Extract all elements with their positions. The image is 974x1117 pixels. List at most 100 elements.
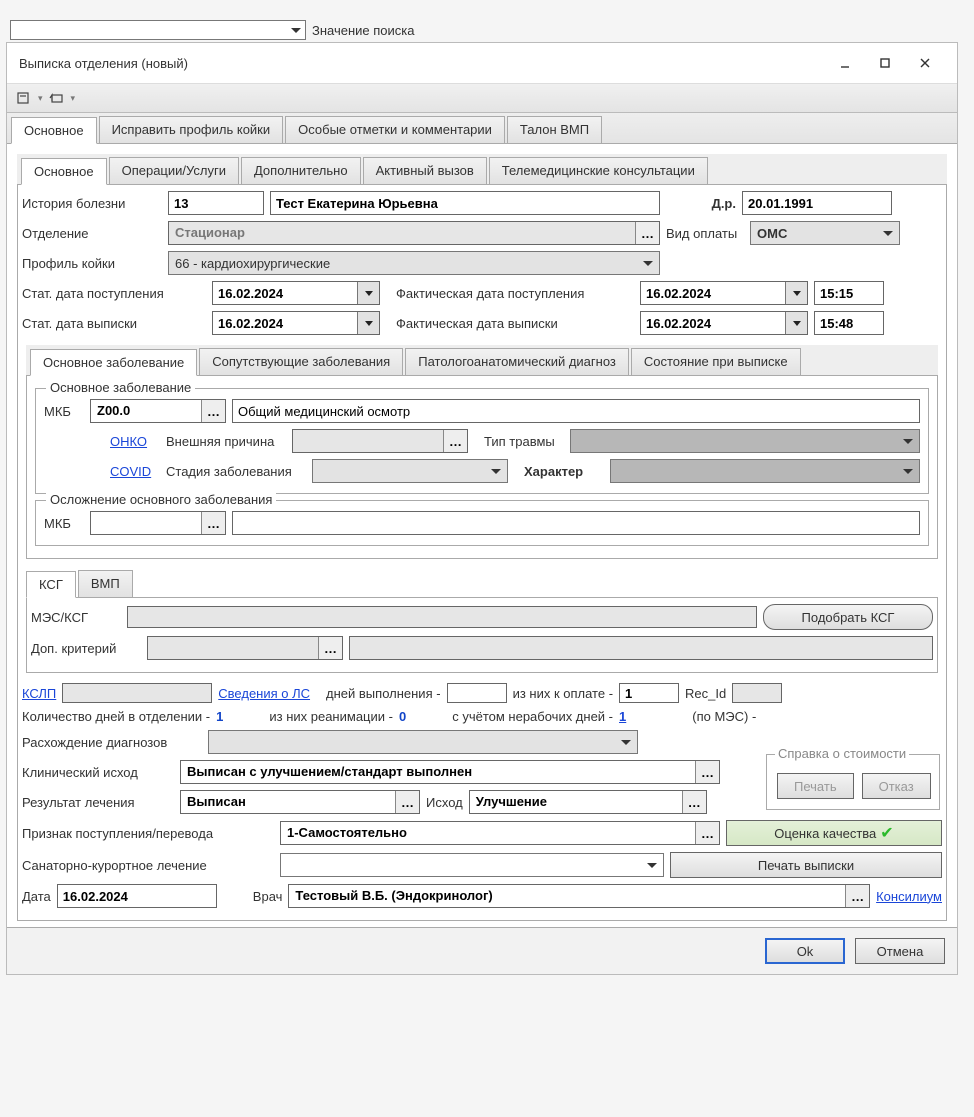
complication-mkb-label: МКБ [44,516,84,531]
chevron-down-icon [883,231,893,236]
stat-admit-date-label: Стат. дата поступления [22,286,206,301]
days-pay-input[interactable]: 1 [619,683,679,703]
diagtab-main[interactable]: Основное заболевание [30,349,197,376]
main-tabs: Основное Исправить профиль койки Особые … [7,113,957,144]
diagtab-discharge-state[interactable]: Состояние при выписке [631,348,801,375]
search-value-label: Значение поиска [312,23,415,38]
treatment-result-lookup-icon[interactable]: … [395,791,419,813]
complication-mkb-lookup-icon[interactable]: … [201,512,225,534]
toolbar-dropdown-arrow-2[interactable]: ▾ [71,93,76,104]
top-dropdown[interactable] [10,20,306,40]
ksgtab-ksg[interactable]: КСГ [26,571,76,598]
outcome-lookup-icon[interactable]: … [682,791,706,813]
admit-sign-lookup-icon[interactable]: … [695,822,719,844]
toolbar-dropdown-arrow[interactable]: ▾ [38,93,43,104]
dob-input[interactable]: 20.01.1991 [742,191,892,215]
quality-assessment-button[interactable]: Оценка качества ✔ [726,820,942,846]
days-exec-input[interactable] [447,683,507,703]
diagtab-comorbid[interactable]: Сопутствующие заболевания [199,348,403,375]
treatment-result-input[interactable]: Выписан … [180,790,420,814]
refuse-cost-button[interactable]: Отказ [862,773,931,799]
kslp-link[interactable]: КСЛП [22,686,56,701]
admit-sign-input[interactable]: 1-Самостоятельно … [280,821,720,845]
department-field[interactable]: Стационар … [168,221,660,245]
toolbar-icon-1[interactable] [13,87,35,109]
stat-discharge-date-picker[interactable]: 16.02.2024 [212,311,380,335]
actual-discharge-time-input[interactable]: 15:48 [814,311,884,335]
consilium-link[interactable]: Консилиум [876,889,942,904]
mkb-lookup-icon[interactable]: … [201,400,225,422]
actual-discharge-date-picker[interactable]: 16.02.2024 [640,311,808,335]
ksg-tabs: КСГ ВМП [26,567,938,597]
cancel-button[interactable]: Отмена [855,938,945,964]
reanim-value: 0 [399,709,406,724]
admit-sign-label: Признак поступления/перевода [22,826,274,841]
actual-admit-time-input[interactable]: 15:15 [814,281,884,305]
department-label: Отделение [22,226,162,241]
mes-ksg-label: МЭС/КСГ [31,610,121,625]
diagtab-pathoanatomical[interactable]: Патологоанатомический диагноз [405,348,629,375]
extra-criterion-input[interactable]: … [147,636,343,660]
chevron-down-icon [647,863,657,868]
outcome-input[interactable]: Улучшение … [469,790,707,814]
print-discharge-button[interactable]: Печать выписки [670,852,942,878]
extra-criterion-lookup-icon[interactable]: … [318,637,342,659]
maximize-button[interactable] [865,51,905,75]
discharge-window: Выписка отделения (новый) ▾ ▾ Основное И… [6,42,958,975]
patient-name-input[interactable]: Тест Екатерина Юрьевна [270,191,660,215]
doctor-label: Врач [223,889,283,904]
tab-fix-bed-profile[interactable]: Исправить профиль койки [99,116,284,143]
bed-profile-combo[interactable]: 66 - кардиохирургические [168,251,660,275]
days-dept-label: Количество дней в отделении - [22,709,210,724]
history-number-input[interactable]: 13 [168,191,264,215]
dob-label: Д.р. [666,196,736,211]
ok-button[interactable]: Ok [765,938,845,964]
minimize-button[interactable] [825,51,865,75]
doctor-lookup-icon[interactable]: … [845,885,869,907]
actual-admit-date-label: Фактическая дата поступления [386,286,634,301]
complication-mkb-name-input[interactable] [232,511,920,535]
chevron-down-icon [291,28,301,33]
onko-link[interactable]: ОНКО [110,434,160,449]
subtab-additional[interactable]: Дополнительно [241,157,361,184]
subtab-active-call[interactable]: Активный вызов [363,157,487,184]
kslp-input [62,683,212,703]
ext-cause-lookup-icon[interactable]: … [443,430,467,452]
ls-info-link[interactable]: Сведения о ЛС [218,686,310,701]
payment-type-combo[interactable]: ОМС [750,221,900,245]
toolbar-icon-2[interactable] [46,87,68,109]
divergence-combo[interactable] [208,730,638,754]
actual-admit-date-picker[interactable]: 16.02.2024 [640,281,808,305]
complication-mkb-input[interactable]: … [90,511,226,535]
subtab-operations[interactable]: Операции/Услуги [109,157,239,184]
clinical-outcome-lookup-icon[interactable]: … [695,761,719,783]
days-exec-label: дней выполнения - [316,686,441,701]
date-input[interactable]: 16.02.2024 [57,884,217,908]
tab-vmp-ticket[interactable]: Талон ВМП [507,116,602,143]
covid-link[interactable]: COVID [110,464,160,479]
subtab-main[interactable]: Основное [21,158,107,185]
pick-ksg-button[interactable]: Подобрать КСГ [763,604,933,630]
trauma-type-combo[interactable] [570,429,920,453]
treatment-result-label: Результат лечения [22,795,174,810]
sanatorium-combo[interactable] [280,853,664,877]
external-cause-input[interactable]: … [292,429,468,453]
print-cost-button[interactable]: Печать [777,773,854,799]
close-button[interactable] [905,51,945,75]
nowork-value-link[interactable]: 1 [619,709,626,724]
ksgtab-vmp[interactable]: ВМП [78,570,133,597]
department-lookup-icon[interactable]: … [635,222,659,244]
recid-label: Rec_Id [685,686,726,701]
disease-stage-combo[interactable] [312,459,508,483]
doctor-input[interactable]: Тестовый В.Б. (Эндокринолог) … [288,884,870,908]
character-combo[interactable] [610,459,920,483]
mkb-name-input[interactable]: Общий медицинский осмотр [232,399,920,423]
clinical-outcome-input[interactable]: Выписан с улучшением/стандарт выполнен … [180,760,720,784]
stat-admit-date-picker[interactable]: 16.02.2024 [212,281,380,305]
subtab-telemedicine[interactable]: Телемедицинские консультации [489,157,708,184]
tab-special-marks[interactable]: Особые отметки и комментарии [285,116,505,143]
tab-main[interactable]: Основное [11,117,97,144]
chevron-down-icon [365,321,373,326]
mkb-code-input[interactable]: Z00.0 … [90,399,226,423]
mes-ksg-input [127,606,757,628]
